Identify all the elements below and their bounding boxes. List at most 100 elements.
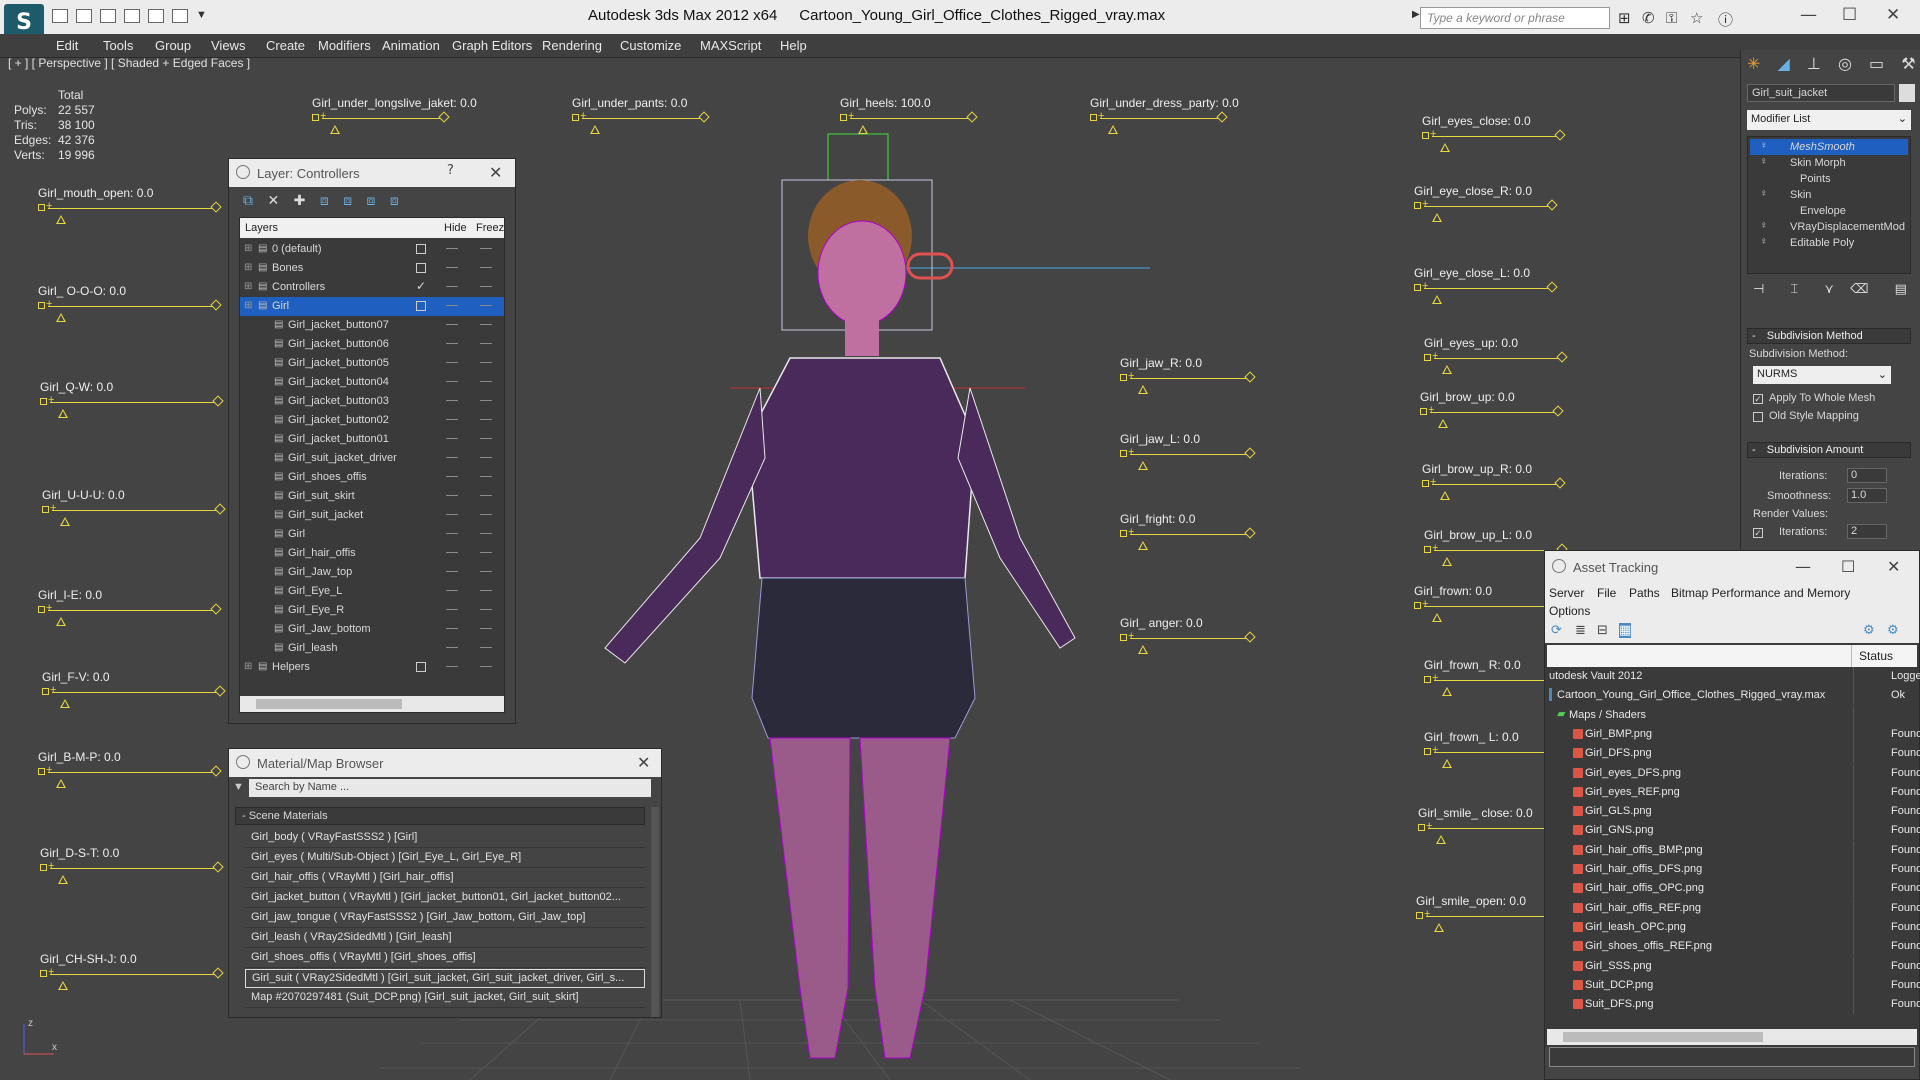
apply-whole-mesh-checkbox[interactable]: ✓	[1753, 394, 1763, 404]
morph-controller[interactable]: Girl_Q-W: 0.0 +	[40, 380, 240, 420]
morph-controller[interactable]: Girl_jaw_L: 0.0 +	[1120, 432, 1272, 472]
triangle-marker-icon[interactable]	[56, 215, 66, 224]
layer-row[interactable]: ⊞ ▤ Bones	[240, 259, 504, 278]
col-hide[interactable]: Hide	[444, 222, 467, 234]
menu-customize[interactable]: Customize	[620, 38, 681, 53]
modifier-list-dropdown[interactable]: Modifier List ⌄	[1747, 110, 1911, 130]
triangle-marker-icon[interactable]	[56, 779, 66, 788]
triangle-marker-icon[interactable]	[1440, 491, 1450, 500]
triangle-marker-icon[interactable]	[58, 409, 68, 418]
quick-access-dropdown-icon[interactable]: ▼	[196, 9, 207, 21]
triangle-marker-icon[interactable]	[1442, 557, 1452, 566]
hide-toggle[interactable]	[446, 609, 458, 610]
expand-icon[interactable]: ⊞	[244, 243, 252, 254]
controller-track[interactable]	[48, 610, 212, 611]
modifier-stack-item[interactable]: ♀ Editable Poly	[1750, 235, 1908, 251]
controller-handle-icon[interactable]	[572, 114, 579, 121]
asset-path-field[interactable]	[1549, 1047, 1915, 1067]
freeze-toggle[interactable]	[480, 457, 492, 458]
freeze-toggle[interactable]	[480, 362, 492, 363]
controller-track[interactable]	[52, 692, 216, 693]
diamond-icon[interactable]	[210, 299, 222, 311]
controller-handle-icon[interactable]	[1414, 202, 1421, 209]
modify-tab-icon[interactable]: ◢	[1778, 54, 1790, 73]
hide-toggle[interactable]	[446, 628, 458, 629]
freeze-toggle[interactable]	[480, 495, 492, 496]
hide-toggle[interactable]	[446, 552, 458, 553]
morph-controller[interactable]: Girl_eye_close_R: 0.0 +	[1414, 184, 1574, 224]
save-file-icon[interactable]	[100, 9, 116, 23]
morph-controller[interactable]: Girl_ O-O-O: 0.0 +	[38, 284, 238, 324]
layer-current-checkbox[interactable]	[416, 301, 426, 311]
expand-icon[interactable]: ⊞	[244, 281, 252, 292]
controller-handle-icon[interactable]	[1422, 132, 1429, 139]
controller-handle-icon[interactable]	[42, 688, 49, 695]
triangle-marker-icon[interactable]	[60, 517, 70, 526]
freeze-toggle[interactable]	[480, 400, 492, 401]
controller-track[interactable]	[48, 208, 212, 209]
tree-view-icon[interactable]: ⊟	[1597, 623, 1608, 638]
controller-track[interactable]	[582, 118, 700, 119]
asset-menu-options[interactable]: Options	[1549, 604, 1590, 618]
controller-handle-icon[interactable]	[1416, 912, 1423, 919]
render-iterations-checkbox[interactable]: ✓	[1753, 528, 1763, 538]
controller-handle-icon[interactable]	[38, 606, 45, 613]
morph-controller[interactable]: Girl_heels: 100.0 +	[840, 96, 994, 136]
diamond-icon[interactable]	[210, 201, 222, 213]
controller-handle-icon[interactable]	[1414, 602, 1421, 609]
diamond-icon[interactable]	[212, 861, 224, 873]
layer-row[interactable]: ▤ Girl_jacket_button04	[240, 373, 504, 392]
asset-row[interactable]: Suit_DCP.png Found	[1549, 975, 1920, 995]
controller-track[interactable]	[1130, 534, 1246, 535]
material-row[interactable]: Map #2070297481 (Suit_DCP.png) [Girl_sui…	[245, 989, 645, 1008]
lightbulb-icon[interactable]: ♀	[1760, 188, 1768, 199]
close-button[interactable]: ✕	[1886, 5, 1900, 25]
controller-handle-icon[interactable]	[840, 114, 847, 121]
controller-track[interactable]	[1130, 638, 1246, 639]
freeze-toggle[interactable]	[480, 438, 492, 439]
controller-handle-icon[interactable]	[1424, 676, 1431, 683]
remove-modifier-icon[interactable]: ⌫	[1850, 282, 1868, 297]
asset-row[interactable]: Girl_eyes_DFS.png Found	[1549, 763, 1920, 783]
hide-toggle[interactable]	[446, 666, 458, 667]
morph-controller[interactable]: Girl_CH-SH-J: 0.0 +	[40, 952, 240, 992]
controller-handle-icon[interactable]	[42, 506, 49, 513]
layer-row[interactable]: ▤ Girl_jacket_button05	[240, 354, 504, 373]
menu-tools[interactable]: Tools	[103, 38, 133, 53]
freeze-toggle[interactable]	[480, 533, 492, 534]
asset-help-icon[interactable]: ⚙	[1863, 623, 1875, 638]
controller-handle-icon[interactable]	[1120, 374, 1127, 381]
triangle-marker-icon[interactable]	[1138, 645, 1148, 654]
controller-track[interactable]	[1428, 828, 1552, 829]
diamond-icon[interactable]	[1552, 405, 1564, 417]
hide-toggle[interactable]	[446, 400, 458, 401]
hide-toggle[interactable]	[446, 495, 458, 496]
layer-current-checkbox[interactable]	[416, 244, 426, 254]
hide-toggle[interactable]	[446, 647, 458, 648]
diamond-icon[interactable]	[1216, 111, 1228, 123]
search-expand-icon[interactable]: ▶	[1412, 9, 1420, 20]
expand-icon[interactable]: ⊞	[244, 262, 252, 273]
hide-toggle[interactable]	[446, 438, 458, 439]
freeze-toggle[interactable]	[480, 476, 492, 477]
hide-toggle[interactable]	[446, 286, 458, 287]
morph-controller[interactable]: Girl_F-V: 0.0 +	[42, 670, 242, 710]
triangle-marker-icon[interactable]	[1434, 923, 1444, 932]
smoothness-spinner[interactable]: 1.0	[1847, 488, 1887, 503]
diamond-icon[interactable]	[1546, 199, 1558, 211]
modifier-stack-item[interactable]: Points	[1750, 171, 1908, 187]
layer-row[interactable]: ▤ Girl_Jaw_top	[240, 563, 504, 582]
old-style-mapping-checkbox[interactable]	[1753, 412, 1763, 422]
object-name-field[interactable]: Girl_suit_jacket	[1747, 84, 1895, 102]
hide-toggle[interactable]	[446, 324, 458, 325]
triangle-marker-icon[interactable]	[58, 875, 68, 884]
diamond-icon[interactable]	[1554, 129, 1566, 141]
controller-track[interactable]	[1434, 680, 1558, 681]
lightbulb-icon[interactable]: ♀	[1760, 140, 1768, 151]
controller-handle-icon[interactable]	[312, 114, 319, 121]
hide-toggle[interactable]	[446, 457, 458, 458]
undo-icon[interactable]	[124, 9, 140, 23]
diamond-icon[interactable]	[210, 765, 222, 777]
modifier-stack-item[interactable]: ♀ Skin	[1750, 187, 1908, 203]
layer-row[interactable]: ▤ Girl	[240, 525, 504, 544]
